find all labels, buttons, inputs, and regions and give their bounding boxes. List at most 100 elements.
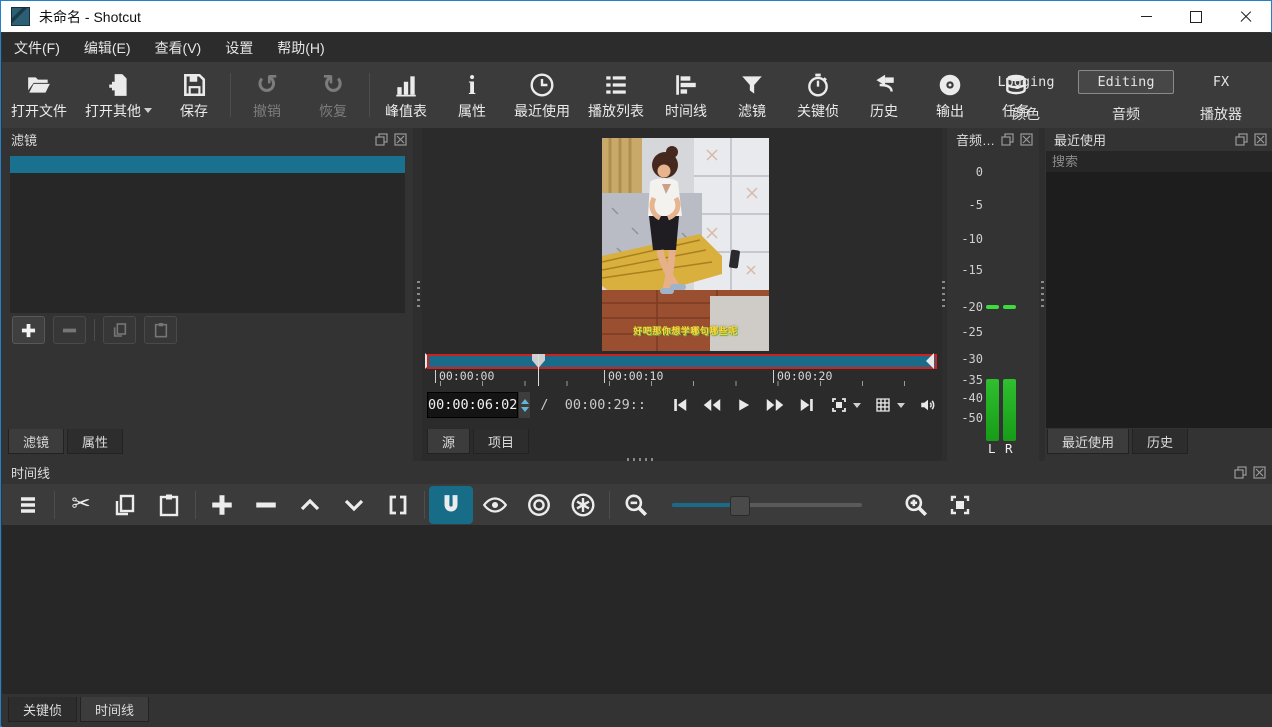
filter-list[interactable] xyxy=(10,173,405,313)
tab-source[interactable]: 源 xyxy=(427,429,470,454)
app-icon xyxy=(11,7,30,26)
float-panel-icon[interactable] xyxy=(1234,466,1247,479)
layout-fx-button[interactable]: FX xyxy=(1178,70,1264,94)
trim-out-handle[interactable] xyxy=(926,353,934,369)
slider-track[interactable] xyxy=(672,503,862,507)
zoom-out-button[interactable] xyxy=(614,486,658,524)
layout-audio-button[interactable]: 音频 xyxy=(1078,102,1174,126)
fast-forward-button[interactable] xyxy=(764,396,786,414)
time-ruler[interactable]: 00:00:00 00:00:10 00:00:20 xyxy=(427,369,937,386)
redo-button[interactable]: ↻ 恢复 xyxy=(300,66,366,125)
scrub-while-dragging-button[interactable] xyxy=(473,486,517,524)
ripple-delete-button[interactable] xyxy=(244,486,288,524)
open-file-button[interactable]: 打开文件 xyxy=(2,66,76,125)
split-button[interactable] xyxy=(376,486,420,524)
tab-history[interactable]: 历史 xyxy=(1132,429,1188,454)
paste-button[interactable] xyxy=(147,486,191,524)
float-panel-icon[interactable] xyxy=(1235,133,1248,146)
main-toolbar: 打开文件 打开其他 保存 ↺ 撤销 ↻ 恢复 峰值表 xyxy=(2,62,1272,129)
tab-timeline[interactable]: 时间线 xyxy=(80,697,149,722)
save-button[interactable]: 保存 xyxy=(161,66,227,125)
maximize-button[interactable] xyxy=(1171,1,1221,32)
menu-help[interactable]: 帮助(H) xyxy=(265,33,336,62)
ripple-toggle-button[interactable] xyxy=(517,486,561,524)
keyframes-button[interactable]: 关键侦 xyxy=(785,66,851,125)
tab-project[interactable]: 项目 xyxy=(473,429,529,454)
timeline-zoom-slider[interactable] xyxy=(672,503,872,507)
menu-settings[interactable]: 设置 xyxy=(213,33,265,62)
minus-icon xyxy=(253,492,279,518)
properties-button[interactable]: i 属性 xyxy=(439,66,505,125)
close-panel-icon[interactable] xyxy=(1253,466,1266,479)
layout-editing-button[interactable]: Editing xyxy=(1078,70,1174,94)
selected-filter-row[interactable] xyxy=(10,156,405,173)
db-scale-label: -5 xyxy=(969,198,983,212)
menu-file[interactable]: 文件(F) xyxy=(2,33,72,62)
float-panel-icon[interactable] xyxy=(1001,133,1014,146)
append-button[interactable] xyxy=(200,486,244,524)
concentric-circles-icon xyxy=(526,492,552,518)
layout-logging-button[interactable]: Logging xyxy=(978,70,1074,94)
add-filter-button[interactable] xyxy=(12,316,45,344)
paste-filters-button[interactable] xyxy=(144,316,177,344)
zoom-fit-menu-button[interactable] xyxy=(829,396,861,414)
float-panel-icon[interactable] xyxy=(375,133,388,146)
splitter-handle[interactable] xyxy=(1041,281,1044,311)
output-button[interactable]: 输出 xyxy=(917,66,983,125)
tab-properties[interactable]: 属性 xyxy=(67,429,123,454)
zoom-fit-button[interactable] xyxy=(938,486,982,524)
splitter-handle[interactable] xyxy=(417,281,420,311)
volume-button[interactable] xyxy=(917,396,939,414)
slider-handle[interactable] xyxy=(730,496,750,516)
position-timecode-field[interactable]: 00:00:06:02 xyxy=(427,392,518,418)
timeline-button[interactable]: 时间线 xyxy=(653,66,719,125)
playlist-button[interactable]: 播放列表 xyxy=(579,66,653,125)
db-scale-label: -10 xyxy=(961,232,983,246)
skip-to-start-button[interactable] xyxy=(670,396,689,414)
tab-filters[interactable]: 滤镜 xyxy=(8,429,64,454)
overwrite-button[interactable] xyxy=(332,486,376,524)
filters-button[interactable]: 滤镜 xyxy=(719,66,785,125)
tab-recent[interactable]: 最近使用 xyxy=(1047,429,1129,454)
ripple-all-tracks-button[interactable] xyxy=(561,486,605,524)
close-button[interactable] xyxy=(1221,1,1271,32)
copy-filters-button[interactable] xyxy=(103,316,136,344)
close-panel-icon[interactable] xyxy=(394,133,407,146)
cut-button[interactable]: ✂ xyxy=(59,486,103,524)
close-panel-icon[interactable] xyxy=(1020,133,1033,146)
toolbar-separator xyxy=(369,73,370,117)
splitter-handle[interactable] xyxy=(942,281,945,311)
timecode-spinner[interactable] xyxy=(518,391,531,419)
rewind-button[interactable] xyxy=(701,396,723,414)
play-button[interactable] xyxy=(735,396,752,414)
timeline-tracks-area[interactable] xyxy=(2,525,1272,694)
peak-meter-button[interactable]: 峰值表 xyxy=(373,66,439,125)
layout-color-button[interactable]: 颜色 xyxy=(978,102,1074,126)
menu-view[interactable]: 查看(V) xyxy=(143,33,214,62)
copy-button[interactable] xyxy=(103,486,147,524)
minimize-button[interactable] xyxy=(1121,1,1171,32)
open-other-button[interactable]: 打开其他 xyxy=(76,66,161,125)
zoom-in-button[interactable] xyxy=(894,486,938,524)
lift-button[interactable] xyxy=(288,486,332,524)
timeline-toolbar: ✂ xyxy=(2,484,1272,526)
remove-filter-button[interactable] xyxy=(53,316,86,344)
menu-edit[interactable]: 编辑(E) xyxy=(72,33,143,62)
search-input[interactable] xyxy=(1046,151,1272,172)
recent-file-list[interactable] xyxy=(1046,172,1272,428)
layout-player-button[interactable]: 播放器 xyxy=(1178,102,1264,126)
scrubber-bar[interactable] xyxy=(427,354,937,369)
window-controls xyxy=(1121,1,1271,32)
recent-button[interactable]: 最近使用 xyxy=(505,66,579,125)
close-panel-icon[interactable] xyxy=(1254,133,1267,146)
tab-keyframes[interactable]: 关键侦 xyxy=(8,697,77,722)
grid-menu-button[interactable] xyxy=(873,396,905,414)
close-icon xyxy=(1240,11,1252,23)
timeline-menu-button[interactable] xyxy=(6,486,50,524)
filters-label: 滤镜 xyxy=(738,101,766,121)
snap-toggle-button[interactable] xyxy=(429,486,473,524)
skip-to-end-button[interactable] xyxy=(798,396,817,414)
history-button[interactable]: 历史 xyxy=(851,66,917,125)
meter-bar-left xyxy=(986,379,999,441)
undo-button[interactable]: ↺ 撤销 xyxy=(234,66,300,125)
